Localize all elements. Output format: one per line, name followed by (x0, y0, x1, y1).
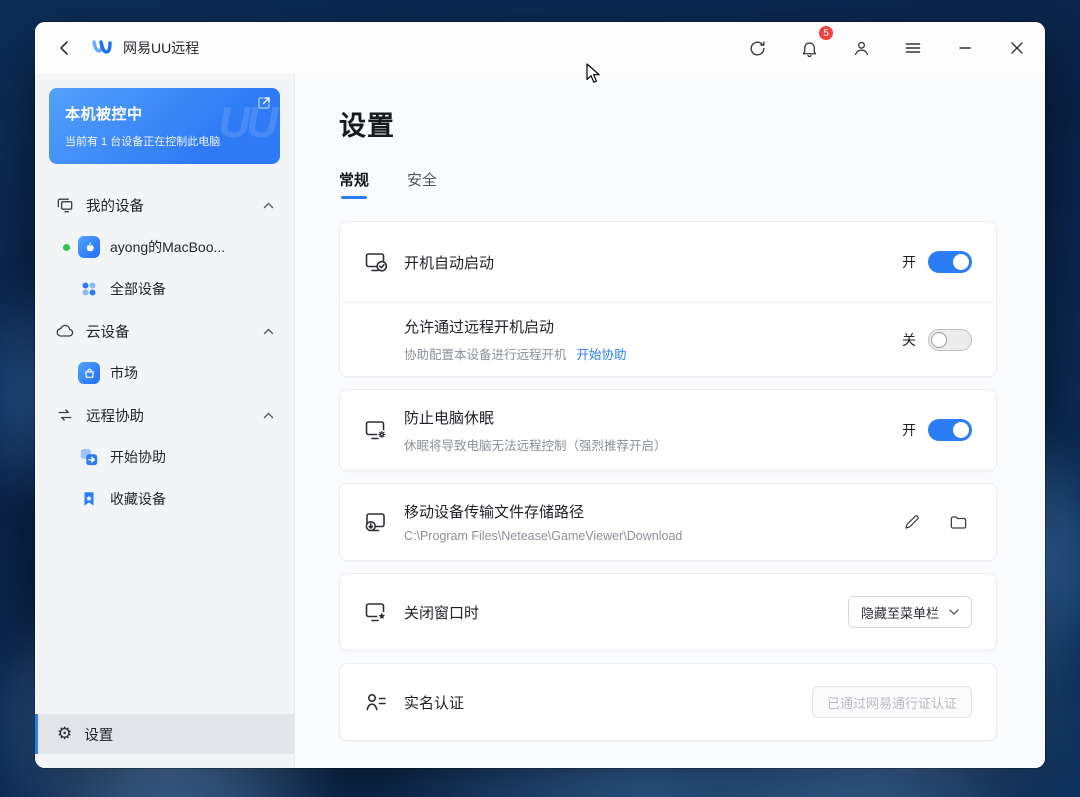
bookmark-star-icon (78, 488, 100, 510)
item-label: 开始协助 (110, 447, 166, 467)
card-storage-path: 移动设备传输文件存储路径 C:\Program Files\Netease\Ga… (339, 483, 997, 561)
market-icon (78, 362, 100, 384)
setting-title: 防止电脑休眠 (404, 407, 667, 428)
monitor-star-icon (364, 600, 388, 624)
monitor-check-icon (364, 250, 388, 274)
all-devices-icon (78, 278, 100, 300)
gear-icon: ⚙ (57, 726, 72, 743)
status-card-subtitle: 当前有 1 台设备正在控制此电脑 (65, 133, 264, 149)
setting-title: 开机自动启动 (404, 252, 494, 273)
app-logo-icon (89, 35, 115, 61)
monitor-download-icon (364, 510, 388, 534)
refresh-button[interactable] (739, 30, 775, 66)
section-label: 云设备 (86, 321, 130, 342)
setting-title: 允许通过远程开机启动 (404, 316, 627, 337)
device-label: ayong的MacBoo... (110, 237, 225, 257)
tab-security[interactable]: 安全 (407, 169, 437, 199)
minimize-button[interactable] (947, 30, 983, 66)
sidebar-item-market[interactable]: 市场 (35, 352, 294, 394)
setting-title: 实名认证 (404, 692, 464, 713)
devices-icon (55, 195, 75, 215)
sidebar-section-remote-assist[interactable]: 远程协助 (35, 394, 294, 436)
card-prevent-sleep: 防止电脑休眠 休眠将导致电脑无法远程控制（强烈推荐开启） 开 (339, 389, 997, 471)
account-button[interactable] (843, 30, 879, 66)
setting-description: 休眠将导致电脑无法远程控制（强烈推荐开启） (404, 435, 667, 454)
app-title: 网易UU远程 (123, 38, 199, 58)
minimize-icon (957, 40, 973, 56)
toggle-state-label: 开 (902, 420, 916, 440)
main-content: 设置 常规 安全 开机自 (295, 74, 1045, 768)
close-button[interactable] (999, 30, 1035, 66)
apple-device-icon (78, 236, 100, 258)
card-realname: 实名认证 已通过网易通行证认证 (339, 663, 997, 741)
refresh-icon (748, 39, 767, 58)
sidebar-item-start-assist[interactable]: 开始协助 (35, 436, 294, 478)
close-window-dropdown[interactable]: 隐藏至菜单栏 (848, 596, 972, 628)
autostart-toggle[interactable] (928, 251, 972, 273)
chevron-up-icon (263, 412, 274, 419)
toggle-state-label: 关 (902, 330, 916, 350)
dropdown-value: 隐藏至菜单栏 (861, 603, 939, 622)
app-window: 网易UU远程 5 (35, 22, 1045, 768)
prevent-sleep-toggle[interactable] (928, 419, 972, 441)
monitor-sleep-icon (364, 418, 388, 442)
settings-label: 设置 (84, 724, 113, 745)
toggle-state-label: 开 (902, 252, 916, 272)
item-label: 市场 (110, 363, 138, 383)
setting-title: 关闭窗口时 (404, 602, 479, 623)
expand-icon[interactable] (257, 96, 271, 115)
section-label: 远程协助 (86, 405, 144, 426)
titlebar: 网易UU远程 5 (35, 22, 1045, 74)
sidebar: UU 本机被控中 当前有 1 台设备正在控制此电脑 我的设备 (35, 74, 295, 768)
page-title: 设置 (339, 104, 997, 143)
back-arrow-icon (56, 39, 74, 57)
user-icon (852, 39, 871, 58)
chevron-up-icon (263, 202, 274, 209)
sidebar-item-macbook[interactable]: ayong的MacBoo... (35, 226, 294, 268)
back-button[interactable] (47, 30, 83, 66)
setting-title: 移动设备传输文件存储路径 (404, 501, 682, 522)
remote-assist-icon (55, 405, 75, 425)
storage-path-value: C:\Program Files\Netease\GameViewer\Down… (404, 529, 682, 543)
sidebar-item-settings[interactable]: ⚙ 设置 (35, 714, 294, 754)
online-status-dot (63, 244, 70, 251)
hamburger-icon (904, 39, 922, 57)
realname-verified-button[interactable]: 已通过网易通行证认证 (812, 686, 972, 718)
notifications-button[interactable]: 5 (791, 30, 827, 66)
sidebar-item-all-devices[interactable]: 全部设备 (35, 268, 294, 310)
sidebar-section-cloud-devices[interactable]: 云设备 (35, 310, 294, 352)
sidebar-section-my-devices[interactable]: 我的设备 (35, 184, 294, 226)
remote-boot-toggle[interactable] (928, 329, 972, 351)
chevron-down-icon (949, 609, 959, 615)
row-remote-boot: 允许通过远程开机启动 协助配置本设备进行远程开机开始协助 关 (340, 302, 996, 376)
open-folder-button[interactable] (944, 508, 972, 536)
start-assist-link[interactable]: 开始协助 (577, 348, 627, 362)
notification-badge: 5 (818, 25, 834, 41)
chevron-up-icon (263, 328, 274, 335)
controlled-status-card[interactable]: UU 本机被控中 当前有 1 台设备正在控制此电脑 (49, 88, 280, 164)
card-autostart: 开机自动启动 开 允许通过远程开机启动 协助配置本设备进行远程开机开始协助 (339, 221, 997, 377)
start-assist-icon (78, 446, 100, 468)
item-label: 全部设备 (110, 279, 166, 299)
pencil-icon (903, 513, 921, 531)
card-close-window: 关闭窗口时 隐藏至菜单栏 (339, 573, 997, 651)
folder-icon (949, 513, 968, 532)
edit-path-button[interactable] (898, 508, 926, 536)
section-label: 我的设备 (86, 195, 144, 216)
tab-general[interactable]: 常规 (339, 169, 369, 199)
cloud-icon (55, 321, 75, 341)
settings-tabs: 常规 安全 (339, 169, 997, 199)
setting-description: 协助配置本设备进行远程开机开始协助 (404, 344, 627, 363)
sidebar-item-favorite-devices[interactable]: 收藏设备 (35, 478, 294, 520)
id-person-icon (364, 690, 388, 714)
item-label: 收藏设备 (110, 489, 166, 509)
close-icon (1009, 40, 1025, 56)
bell-icon (800, 39, 819, 58)
menu-button[interactable] (895, 30, 931, 66)
